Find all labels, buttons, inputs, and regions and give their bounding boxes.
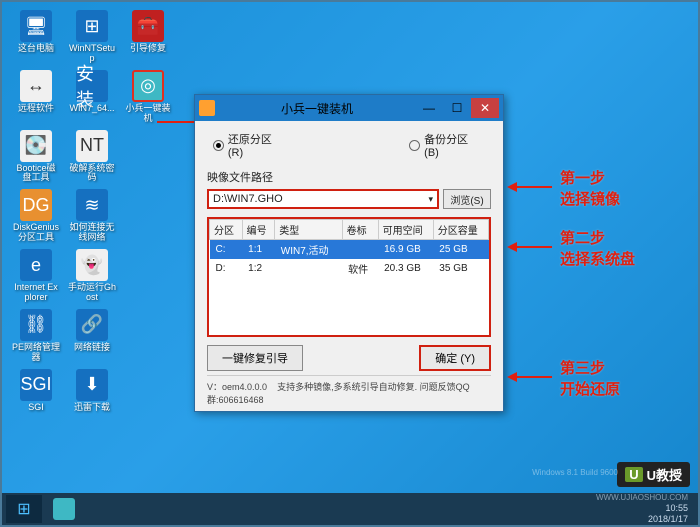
boot-repair-icon: 🧰 [132,10,164,42]
build-watermark: Windows 8.1 Build 9600 [532,468,618,477]
bootice[interactable]: 💽Bootice磁盘工具 [12,130,60,184]
diskgenius[interactable]: DGDiskGenius分区工具 [12,189,60,243]
icon-label: 手动运行Ghost [68,283,116,303]
pe-net-icon: ⛓ [20,309,52,341]
column-header[interactable]: 分区 [210,220,243,240]
ghost[interactable]: 👻手动运行Ghost [68,249,116,303]
bootice-icon: 💽 [20,130,52,162]
path-value: D:\WIN7.GHO [213,193,283,205]
backup-radio[interactable]: 备份分区 (B) [409,131,485,159]
winntsetup-icon: ⊞ [76,10,108,42]
maximize-button[interactable]: ☐ [443,98,471,118]
diskgenius-icon: DG [20,189,52,221]
icon-label: PE网络管理器 [12,343,60,363]
wifi-help-icon: ≋ [76,189,108,221]
version-footer: V：oem4.0.0.0 支持多种镜像,多系统引导自动修复. 问题反馈QQ群:6… [207,375,491,410]
net-conn[interactable]: 🔗 网络链接 [68,309,116,363]
system-tray[interactable]: WWW.UJIAOSHOU.COM 10:55 2018/1/17 [596,493,694,524]
ok-button[interactable]: 确定 (Y) [419,345,491,371]
arrow-step1 [507,177,557,197]
chevron-down-icon: ▾ [428,194,433,205]
winntsetup[interactable]: ⊞WinNTSetup [68,10,116,64]
taskbar: ⊞ WWW.UJIAOSHOU.COM 10:55 2018/1/17 [2,493,698,525]
icon-label: 如何连接无线网络 [68,223,116,243]
win7-64-icon: 安装 [76,70,108,102]
this-pc[interactable]: 🖥 这台电脑 [12,10,60,64]
wifi-help[interactable]: ≋如何连接无线网络 [68,189,116,243]
app-icon [199,100,215,116]
ie[interactable]: eInternet Explorer [12,249,60,303]
icon-label: DiskGenius分区工具 [12,223,60,243]
step3-annotation: 第三步 开始还原 [560,357,620,399]
u-icon: U [625,467,642,482]
column-header[interactable]: 分区容量 [433,220,488,240]
boot-repair[interactable]: 🧰 引导修复 [124,10,172,64]
column-header[interactable]: 可用空间 [378,220,433,240]
ghost-icon: 👻 [76,249,108,281]
radio-unchecked-icon [409,140,420,151]
taskbar-app[interactable] [44,495,84,523]
icon-label: 破解系统密码 [68,164,116,184]
start-button[interactable]: ⊞ [6,495,42,523]
net-conn-icon: 🔗 [76,309,108,341]
radio-checked-icon [213,140,224,151]
image-path-label: 映像文件路径 [207,169,491,185]
column-header[interactable]: 类型 [275,220,342,240]
remote-soft-icon: ↔ [20,70,52,102]
win7-64[interactable]: 安装 WIN7_64... [68,70,116,124]
ie-icon: e [20,249,52,281]
column-header[interactable]: 卷标 [342,220,378,240]
crack-pwd[interactable]: NT破解系统密码 [68,130,116,184]
remote-soft[interactable]: ↔ 远程软件 [12,70,60,124]
icon-label: 这台电脑 [18,44,54,54]
sgi-icon: SGI [20,369,52,401]
desktop-icons: 🖥这台电脑⊞WinNTSetup🧰引导修复↔远程软件安装WIN7_64...◎小… [12,10,172,413]
icon-label: 网络链接 [74,343,110,353]
step1-annotation: 第一步 选择镜像 [560,167,620,209]
repair-boot-button[interactable]: 一键修复引导 [207,345,303,371]
pe-net[interactable]: ⛓PE网络管理器 [12,309,60,363]
this-pc-icon: 🖥 [20,10,52,42]
close-button[interactable]: ✕ [471,98,499,118]
arrow-step3 [507,367,557,387]
table-row[interactable]: D:1:2软件20.3 GB35 GB [210,259,489,278]
icon-label: 远程软件 [18,104,54,114]
watermark-badge: U U教授 [617,462,690,487]
icon-label: 迅雷下载 [74,403,110,413]
titlebar[interactable]: 小兵一键装机 — ☐ ✕ [195,95,503,121]
installer-dialog: 小兵一键装机 — ☐ ✕ 还原分区 (R) 备份分区 (B) 映像文件路径 D:… [194,94,504,412]
sgi[interactable]: SGI SGI [12,369,60,413]
crack-pwd-icon: NT [76,130,108,162]
partition-table[interactable]: 分区编号类型卷标可用空间分区容量 C:1:1WIN7,活动16.9 GB25 G… [207,217,491,337]
browse-button[interactable]: 浏览(S) [443,189,491,209]
thunder[interactable]: ⬇ 迅雷下载 [68,369,116,413]
table-row[interactable]: C:1:1WIN7,活动16.9 GB25 GB [210,240,489,260]
arrow-step2 [507,237,557,257]
icon-label: Internet Explorer [12,283,60,303]
restore-radio[interactable]: 还原分区 (R) [213,131,289,159]
icon-label: 引导修复 [130,44,166,54]
step2-annotation: 第二步 选择系统盘 [560,227,635,269]
image-path-combobox[interactable]: D:\WIN7.GHO ▾ [207,189,439,209]
icon-label: WIN7_64... [69,104,114,114]
icon-label: Bootice磁盘工具 [12,164,60,184]
window-title: 小兵一键装机 [219,100,415,117]
minimize-button[interactable]: — [415,98,443,118]
icon-label: SGI [28,403,44,413]
column-header[interactable]: 编号 [242,220,275,240]
xiaobing-installer-icon: ◎ [132,70,164,102]
thunder-icon: ⬇ [76,369,108,401]
